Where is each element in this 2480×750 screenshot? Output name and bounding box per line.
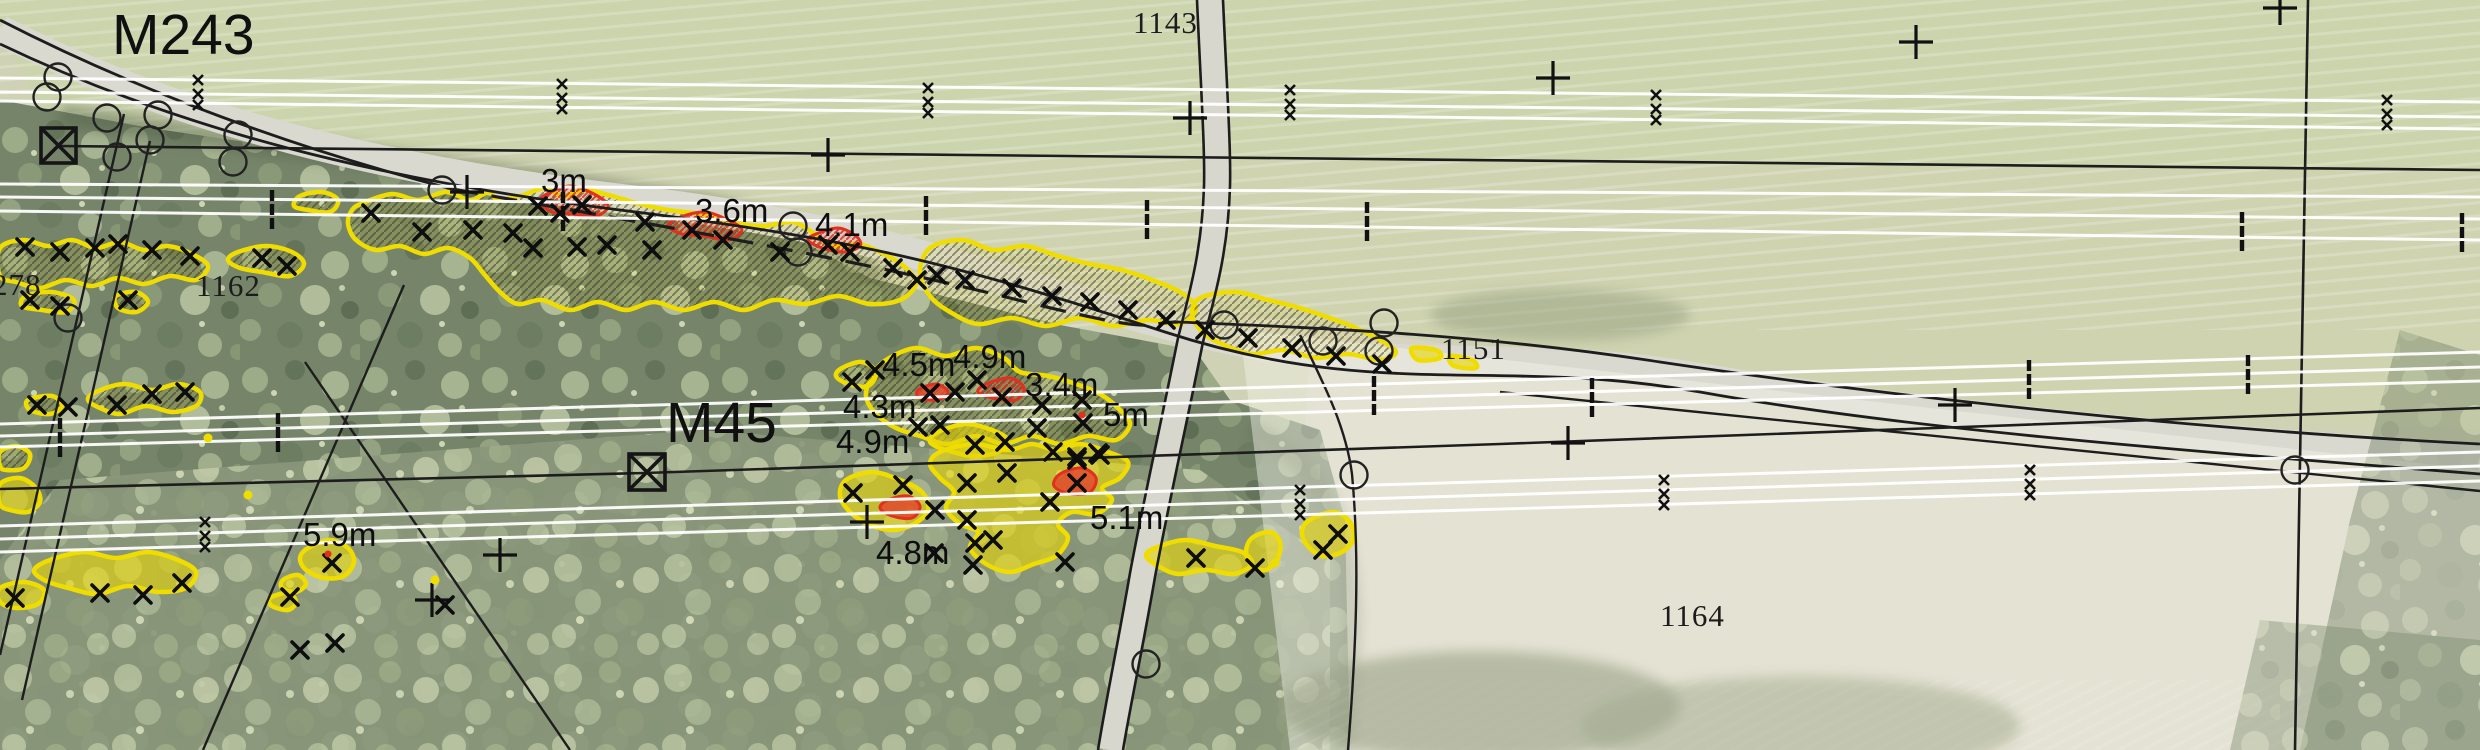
line-marker-dash-icon xyxy=(2027,360,2031,371)
yellow-dot-icon xyxy=(431,576,440,585)
line-marker-dash-icon xyxy=(924,196,928,207)
line-marker-dash-icon xyxy=(2240,226,2244,237)
line-marker-dash-icon xyxy=(1372,376,1376,387)
yellow-dot-icon xyxy=(204,434,213,443)
line-marker-dash-icon xyxy=(276,441,280,452)
line-marker-dash-icon xyxy=(1145,228,1149,239)
line-marker-dash-icon xyxy=(1145,200,1149,211)
yellow-dot-icon xyxy=(244,491,253,500)
line-marker-dash-icon xyxy=(2460,213,2464,224)
line-marker-dash-icon xyxy=(2027,388,2031,399)
line-marker-dash-icon xyxy=(2246,383,2250,394)
mast-label: M45 xyxy=(666,391,777,455)
line-marker-dash-icon xyxy=(276,427,280,438)
parcel-number-label: 1143 xyxy=(1133,5,1198,40)
yellow-dot-icon xyxy=(1271,559,1280,568)
clearance-distance-label: 3.6m xyxy=(695,192,768,229)
line-marker-dash-icon xyxy=(2027,374,2031,385)
line-marker-dash-icon xyxy=(2240,212,2244,223)
line-marker-dash-icon xyxy=(1365,216,1369,227)
corner-trees xyxy=(2230,620,2480,750)
line-marker-dash-icon xyxy=(270,218,274,229)
line-marker-dash-icon xyxy=(58,446,62,457)
map-canvas: M243 M45 1143 278 1162 1151 1164 3m 3.6m 4.1m 4.9m… xyxy=(0,0,2480,750)
line-marker-dash-icon xyxy=(2240,240,2244,251)
line-marker-dash-icon xyxy=(2246,355,2250,366)
line-marker-dash-icon xyxy=(924,210,928,221)
line-marker-dash-icon xyxy=(1145,214,1149,225)
clearance-distance-label: 4.9m xyxy=(953,338,1026,375)
line-marker-dash-icon xyxy=(1372,404,1376,415)
line-marker-dash-icon xyxy=(2460,241,2464,252)
clearance-distance-label: 5m xyxy=(1103,396,1149,433)
line-marker-dash-icon xyxy=(1365,230,1369,241)
line-marker-dash-icon xyxy=(1590,406,1594,417)
vegetation-zone-hatched xyxy=(294,192,339,213)
parcel-number-label: 1151 xyxy=(1441,331,1506,366)
parcel-number-label: 1162 xyxy=(196,268,261,303)
line-marker-dash-icon xyxy=(561,220,565,231)
clearance-distance-label: 5.1m xyxy=(1090,499,1163,536)
clearance-distance-label: 4.8m xyxy=(876,534,949,571)
red-dot-icon xyxy=(1079,412,1086,419)
vegetation-zone-hatched xyxy=(0,446,30,470)
clearance-distance-label: 4.5m xyxy=(882,346,955,383)
clearance-distance-label: 4.9m xyxy=(836,423,909,460)
clearance-distance-label: 5.9m xyxy=(303,516,376,553)
line-marker-dash-icon xyxy=(270,204,274,215)
clearance-distance-label: 4.1m xyxy=(815,206,888,243)
clearance-distance-label: 3.4m xyxy=(1025,366,1098,403)
vegetation-zone-solid xyxy=(1302,512,1355,556)
line-marker-dash-icon xyxy=(924,224,928,235)
line-marker-dash-icon xyxy=(58,432,62,443)
line-marker-dash-icon xyxy=(1590,378,1594,389)
clearance-distance-label: 4.3m xyxy=(843,388,916,425)
line-marker-dash-icon xyxy=(58,418,62,429)
line-marker-dash-icon xyxy=(2460,227,2464,238)
line-marker-dash-icon xyxy=(1365,202,1369,213)
line-marker-dash-icon xyxy=(1372,390,1376,401)
line-marker-dash-icon xyxy=(270,190,274,201)
line-marker-dash-icon xyxy=(276,413,280,424)
parcel-number-label: 278 xyxy=(0,267,42,302)
parcel-number-label: 1164 xyxy=(1660,598,1725,633)
vegetation-zone-solid xyxy=(1411,347,1441,360)
aerial-map-viewport: M243 M45 1143 278 1162 1151 1164 3m 3.6m 4.1m 4.9m… xyxy=(0,0,2480,750)
line-marker-dash-icon xyxy=(2246,369,2250,380)
mast-label: M243 xyxy=(112,3,255,67)
line-marker-dash-icon xyxy=(1590,392,1594,403)
clearance-distance-label: 3m xyxy=(541,162,587,199)
